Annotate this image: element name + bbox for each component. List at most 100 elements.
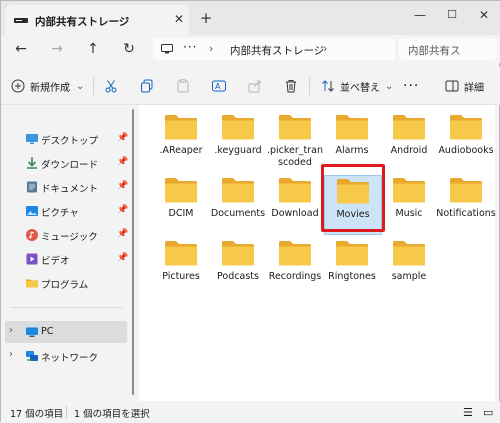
item-count: 17 個の項目: [10, 409, 64, 420]
sidebar-scrollbar[interactable]: [132, 109, 134, 395]
details-button[interactable]: 詳細: [445, 76, 484, 96]
folder-item[interactable]: Notifications: [436, 176, 496, 220]
details-view-icon[interactable]: ☰: [463, 406, 473, 419]
pin-icon[interactable]: 📌: [117, 181, 128, 191]
folder-icon: [336, 115, 368, 140]
folder-item[interactable]: DCIM: [151, 176, 211, 220]
folder-icon: [279, 178, 311, 203]
folder-name: .keyguard: [214, 145, 262, 156]
sidebar-item-network[interactable]: › ネットワーク: [1, 345, 129, 367]
folder-item[interactable]: Ringtones: [322, 239, 382, 283]
chevron-down-icon: ⌄: [76, 80, 85, 92]
back-icon[interactable]: ←: [11, 39, 31, 59]
sidebar-item-videos[interactable]: ビデオ 📌: [1, 248, 129, 270]
address-bar[interactable]: ··· › 内部共有ストレージ ›: [153, 38, 395, 60]
folder-item[interactable]: Alarms: [322, 113, 382, 157]
pin-icon[interactable]: 📌: [117, 253, 128, 263]
pin-icon[interactable]: 📌: [117, 205, 128, 215]
add-circle-icon: [11, 79, 25, 93]
sidebar-item-label: PC: [41, 326, 54, 337]
tab-current[interactable]: 内部共有ストレージ ✕: [5, 5, 189, 35]
navigation-pane: デスクトップ 📌 ダウンロード 📌 ドキュメント 📌 ピクチャ 📌 ミュージック…: [1, 105, 135, 401]
delete-button[interactable]: [284, 76, 298, 96]
pictures-icon: [26, 206, 38, 216]
paste-button[interactable]: [176, 76, 190, 96]
folder-item[interactable]: Audiobooks: [436, 113, 496, 157]
folder-item[interactable]: Android: [379, 113, 439, 157]
sidebar-item-label: プログラム: [41, 280, 89, 291]
sort-button[interactable]: 並べ替え ⌄: [321, 76, 393, 96]
close-window-icon[interactable]: ✕: [475, 7, 493, 23]
maximize-icon[interactable]: ☐: [443, 7, 461, 23]
folder-item[interactable]: .picker_transcoded: [265, 113, 325, 169]
refresh-icon[interactable]: ↻: [119, 39, 139, 59]
folder-name: Podcasts: [217, 271, 259, 282]
chevron-right-icon[interactable]: ›: [9, 325, 13, 336]
more-path-icon[interactable]: ···: [183, 40, 197, 54]
copy-icon: [141, 79, 153, 93]
cut-button[interactable]: [104, 76, 118, 96]
folder-item[interactable]: Download: [265, 176, 325, 220]
folder-name: Notifications: [436, 208, 496, 219]
sidebar-item-pictures[interactable]: ピクチャ 📌: [1, 200, 129, 222]
divider: [309, 77, 310, 95]
sidebar-item-label: ドキュメント: [41, 184, 99, 195]
svg-text:A: A: [215, 82, 221, 91]
rename-button[interactable]: A: [212, 76, 226, 96]
minimize-icon[interactable]: —: [411, 7, 429, 23]
folder-item[interactable]: Podcasts: [208, 239, 268, 283]
share-button[interactable]: [248, 76, 262, 96]
pin-icon[interactable]: 📌: [117, 229, 128, 239]
new-tab-icon[interactable]: +: [197, 9, 215, 27]
sort-label: 並べ替え: [340, 82, 380, 94]
folder-item[interactable]: Music: [379, 176, 439, 220]
folder-item[interactable]: Documents: [208, 176, 268, 220]
pin-icon[interactable]: 📌: [117, 133, 128, 143]
more-options-button[interactable]: ···: [403, 76, 419, 96]
drive-icon: [14, 18, 28, 23]
folder-item[interactable]: sample: [379, 239, 439, 283]
folder-icon: [222, 241, 254, 266]
status-bar: 17 個の項目 1 個の項目を選択 ☰ ▭: [1, 401, 500, 423]
up-icon[interactable]: ↑: [83, 39, 103, 59]
tab-close-icon[interactable]: ✕: [171, 11, 187, 27]
rename-icon: A: [212, 80, 226, 92]
chevron-down-icon: ⌄: [385, 80, 394, 92]
new-button[interactable]: 新規作成 ⌄: [11, 76, 84, 96]
search-input[interactable]: 内部共有ス: [399, 38, 497, 60]
selected-count: 1 個の項目を選択: [74, 409, 150, 420]
folder-name: Audiobooks: [438, 145, 494, 156]
copy-button[interactable]: [140, 76, 154, 96]
more-icon: ···: [403, 78, 420, 94]
pin-icon[interactable]: 📌: [117, 157, 128, 167]
chevron-right-icon[interactable]: ›: [9, 349, 13, 360]
address-path[interactable]: 内部共有ストレージ: [230, 43, 324, 58]
folder-icon: [393, 241, 425, 266]
folder-item[interactable]: .AReaper: [151, 113, 211, 157]
folder-name: Music: [395, 208, 423, 219]
sidebar-item-desktop[interactable]: デスクトップ 📌: [1, 128, 129, 150]
sidebar-item-label: ネットワーク: [41, 353, 99, 364]
folder-icon: [393, 178, 425, 203]
tiles-view-icon[interactable]: ▭: [483, 406, 493, 419]
chevron-right-icon: ›: [323, 42, 328, 55]
folder-icon: [222, 115, 254, 140]
folder-item[interactable]: .keyguard: [208, 113, 268, 157]
sidebar-item-downloads[interactable]: ダウンロード 📌: [1, 152, 129, 174]
folder-item[interactable]: Pictures: [151, 239, 211, 283]
sidebar-item-documents[interactable]: ドキュメント 📌: [1, 176, 129, 198]
file-list: .AReaper .keyguard .picker_transcoded Alarm…: [139, 105, 496, 401]
folder-name: Alarms: [335, 145, 369, 156]
sidebar-item-music[interactable]: ミュージック 📌: [1, 224, 129, 246]
folder-item[interactable]: Recordings: [265, 239, 325, 283]
sidebar-item-programs[interactable]: プログラム: [1, 272, 129, 294]
details-label: 詳細: [464, 82, 484, 94]
sidebar-item-pc[interactable]: › PC: [5, 321, 127, 343]
new-button-label: 新規作成: [30, 82, 70, 94]
folder-name: Download: [271, 208, 319, 219]
music-icon: [26, 229, 38, 241]
folder-icon: [336, 241, 368, 266]
folder-icon: [279, 241, 311, 266]
sidebar-item-label: ビデオ: [41, 256, 70, 267]
forward-icon[interactable]: →: [47, 39, 67, 59]
